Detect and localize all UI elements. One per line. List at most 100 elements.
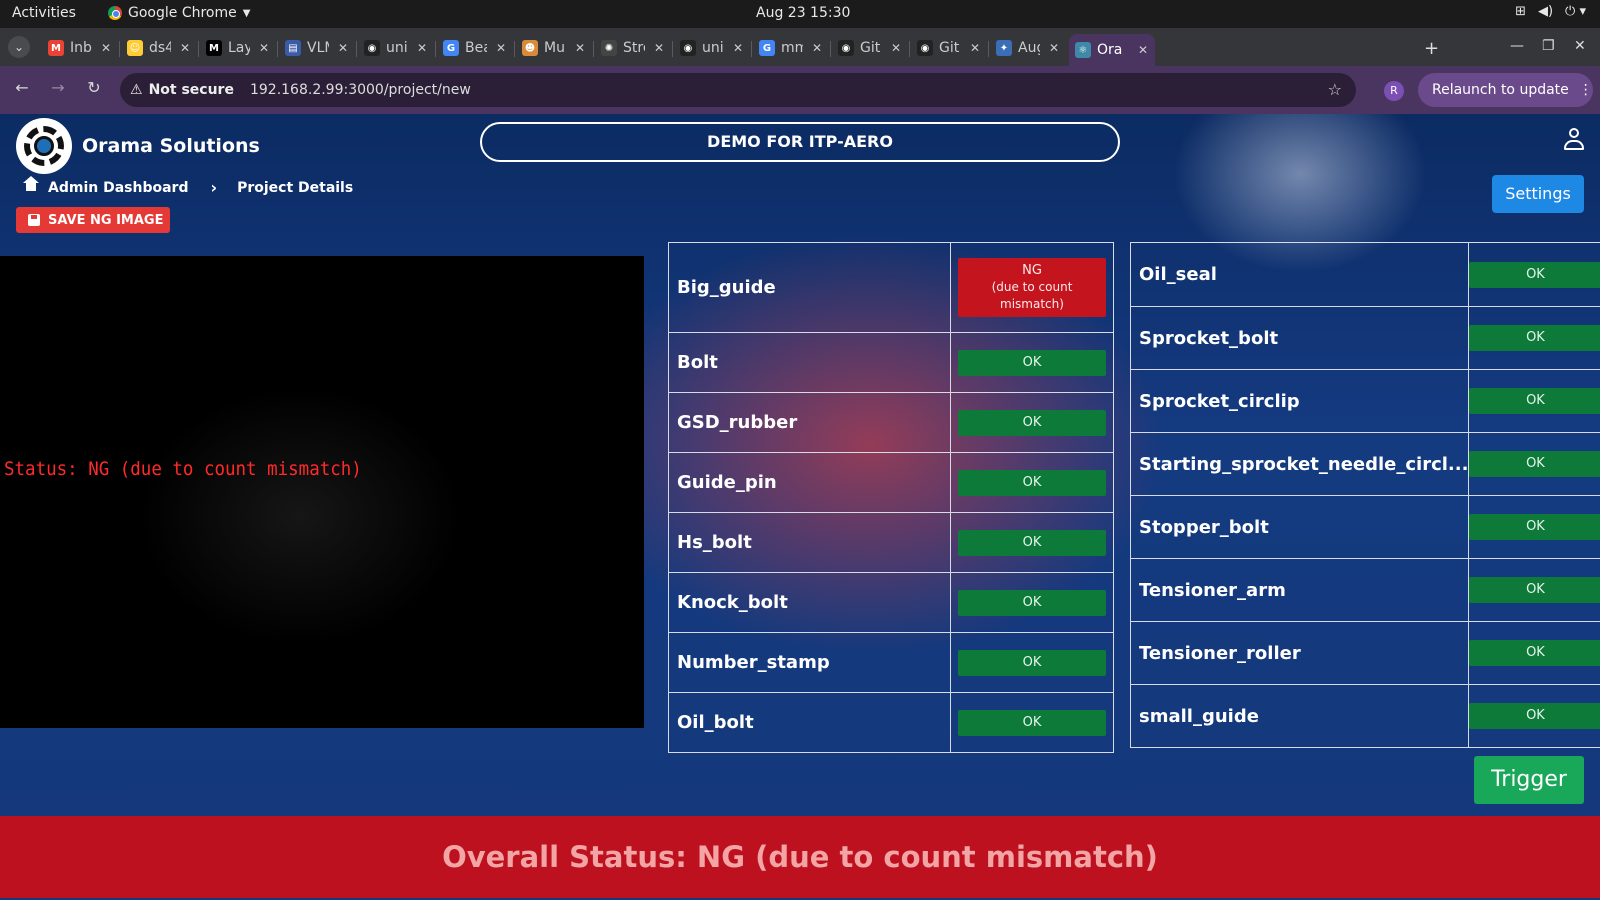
component-status-cell: OK xyxy=(950,392,1114,453)
github-icon: ◉ xyxy=(917,40,933,56)
tab-separator xyxy=(277,41,278,57)
close-tab-icon[interactable]: ✕ xyxy=(730,41,746,55)
close-tab-icon[interactable]: ✕ xyxy=(335,41,351,55)
forward-icon[interactable]: → xyxy=(46,78,70,97)
trigger-button[interactable]: Trigger xyxy=(1474,756,1584,804)
component-name: Oil_bolt xyxy=(668,692,951,753)
status-label: OK xyxy=(1022,474,1042,490)
tab-title: Bea xyxy=(465,40,487,56)
component-status-cell: NG (due to count mismatch) xyxy=(950,242,1114,333)
browser-tab-strip: ⌄ M Inbo ✕ ☺ ds4: ✕ M Layo ✕ ▤ VLM ✕ ◉ unil ✕ G Bea ✕ ☻ Mul… xyxy=(0,28,1600,66)
tab-separator xyxy=(593,41,594,57)
close-tab-icon[interactable]: ✕ xyxy=(967,41,983,55)
profile-avatar[interactable]: R xyxy=(1384,81,1404,101)
back-icon[interactable]: ← xyxy=(10,78,34,97)
browser-tab[interactable]: ◉ unil ✕ xyxy=(358,34,434,62)
component-row: Tensioner_roller OK xyxy=(1129,621,1600,685)
chrome-icon xyxy=(108,6,122,20)
browser-tab[interactable]: M Layo ✕ xyxy=(200,34,276,62)
component-name: Knock_bolt xyxy=(668,572,951,633)
component-name: Stopper_bolt xyxy=(1129,495,1470,559)
component-row: Oil_bolt OK xyxy=(668,692,1114,753)
status-badge-ok: OK xyxy=(958,649,1106,676)
save-ng-image-label: SAVE NG IMAGE xyxy=(48,212,164,228)
browser-tab[interactable]: ☻ Mul ✕ xyxy=(516,34,592,62)
new-tab-button[interactable]: + xyxy=(1424,38,1439,59)
browser-tab[interactable]: G Bea ✕ xyxy=(437,34,513,62)
browser-tab[interactable]: ◉ Git ✕ xyxy=(832,34,908,62)
browser-tab[interactable]: ▤ VLM ✕ xyxy=(279,34,355,62)
close-tab-icon[interactable]: ✕ xyxy=(809,41,825,55)
save-ng-image-button[interactable]: SAVE NG IMAGE xyxy=(16,207,170,233)
browser-tab[interactable]: ✦ Aug ✕ xyxy=(990,34,1066,62)
component-row: Sprocket_circlip OK xyxy=(1129,369,1600,433)
close-tab-icon[interactable]: ✕ xyxy=(1135,43,1151,57)
brand[interactable]: Orama Solutions xyxy=(16,118,260,174)
close-tab-icon[interactable]: ✕ xyxy=(98,41,114,55)
close-tab-icon[interactable]: ✕ xyxy=(256,41,272,55)
status-label: OK xyxy=(1526,456,1545,471)
browser-tab[interactable]: ✺ Stre ✕ xyxy=(595,34,671,62)
system-tray[interactable]: ⊞ ◀) ⏻ ▾ xyxy=(1515,4,1586,19)
status-badge-ok: OK xyxy=(1469,325,1600,351)
bookmark-star-icon[interactable]: ☆ xyxy=(1328,80,1342,99)
close-tab-icon[interactable]: ✕ xyxy=(493,41,509,55)
status-badge-ok: OK xyxy=(1469,703,1600,729)
close-window-icon[interactable]: ✕ xyxy=(1574,38,1586,54)
volume-icon[interactable]: ◀) xyxy=(1538,4,1553,19)
close-tab-icon[interactable]: ✕ xyxy=(572,41,588,55)
relaunch-button[interactable]: Relaunch to update ⋮ xyxy=(1418,73,1593,107)
browser-tab[interactable]: ◉ unil ✕ xyxy=(674,34,750,62)
component-name: Tensioner_arm xyxy=(1129,558,1470,622)
minimize-icon[interactable]: — xyxy=(1510,38,1524,54)
github-icon: ◉ xyxy=(364,40,380,56)
tab-title: unil xyxy=(386,40,408,56)
status-badge-ok: OK xyxy=(958,469,1106,496)
status-label: OK xyxy=(1526,266,1545,282)
status-badge-ok: OK xyxy=(1469,451,1600,477)
tab-separator xyxy=(198,41,199,57)
close-tab-icon[interactable]: ✕ xyxy=(177,41,193,55)
user-account-icon[interactable] xyxy=(1563,128,1585,152)
close-tab-icon[interactable]: ✕ xyxy=(1046,41,1062,55)
status-badge-ng: NG (due to count mismatch) xyxy=(958,258,1106,317)
browser-tab[interactable]: ⚛ Ora ✕ xyxy=(1069,34,1155,66)
more-menu-icon[interactable]: ⋮ xyxy=(1579,82,1593,98)
tab-search-button[interactable]: ⌄ xyxy=(8,36,30,58)
component-name: Oil_seal xyxy=(1129,242,1470,307)
component-status-cell: OK xyxy=(1468,432,1600,496)
home-icon[interactable] xyxy=(23,175,39,194)
activities-button[interactable]: Activities xyxy=(12,5,76,21)
browser-tab[interactable]: ◉ Git ✕ xyxy=(911,34,987,62)
component-name: GSD_rubber xyxy=(668,392,951,453)
component-status-cell: OK xyxy=(1468,369,1600,433)
app-menu[interactable]: Google Chrome ▼ xyxy=(108,5,250,21)
tab-separator xyxy=(909,41,910,57)
breadcrumb-admin-dashboard[interactable]: Admin Dashboard xyxy=(48,180,188,196)
close-tab-icon[interactable]: ✕ xyxy=(888,41,904,55)
power-icon[interactable]: ⏻ ▾ xyxy=(1565,4,1586,19)
close-tab-icon[interactable]: ✕ xyxy=(414,41,430,55)
settings-button[interactable]: Settings xyxy=(1492,175,1584,213)
security-indicator[interactable]: ⚠ Not secure xyxy=(130,82,234,98)
tab-title: Inbo xyxy=(70,40,92,56)
component-name: Big_guide xyxy=(668,242,951,333)
component-row: Number_stamp OK xyxy=(668,632,1114,693)
component-name: Sprocket_bolt xyxy=(1129,306,1470,370)
status-badge-ok: OK xyxy=(1469,388,1600,414)
component-table-left: Big_guide NG (due to count mismatch) Bolt OK… xyxy=(668,242,1114,753)
reload-icon[interactable]: ↻ xyxy=(82,78,106,97)
clock[interactable]: Aug 23 15:30 xyxy=(756,5,850,21)
browser-tab[interactable]: M Inbo ✕ xyxy=(42,34,118,62)
url-text[interactable]: 192.168.2.99:3000/project/new xyxy=(250,82,471,98)
browser-tab[interactable]: Gmm ✕ xyxy=(753,34,829,62)
network-icon[interactable]: ⊞ xyxy=(1515,4,1526,19)
close-tab-icon[interactable]: ✕ xyxy=(651,41,667,55)
status-label: OK xyxy=(1022,714,1042,730)
address-bar[interactable]: ⚠ Not secure 192.168.2.99:3000/project/n… xyxy=(120,73,1356,107)
tab-separator xyxy=(751,41,752,57)
browser-tab[interactable]: ☺ ds4: ✕ xyxy=(121,34,197,62)
maximize-icon[interactable]: ❐ xyxy=(1542,38,1555,54)
status-label: OK xyxy=(1526,519,1545,534)
tab-title: VLM xyxy=(307,40,329,56)
